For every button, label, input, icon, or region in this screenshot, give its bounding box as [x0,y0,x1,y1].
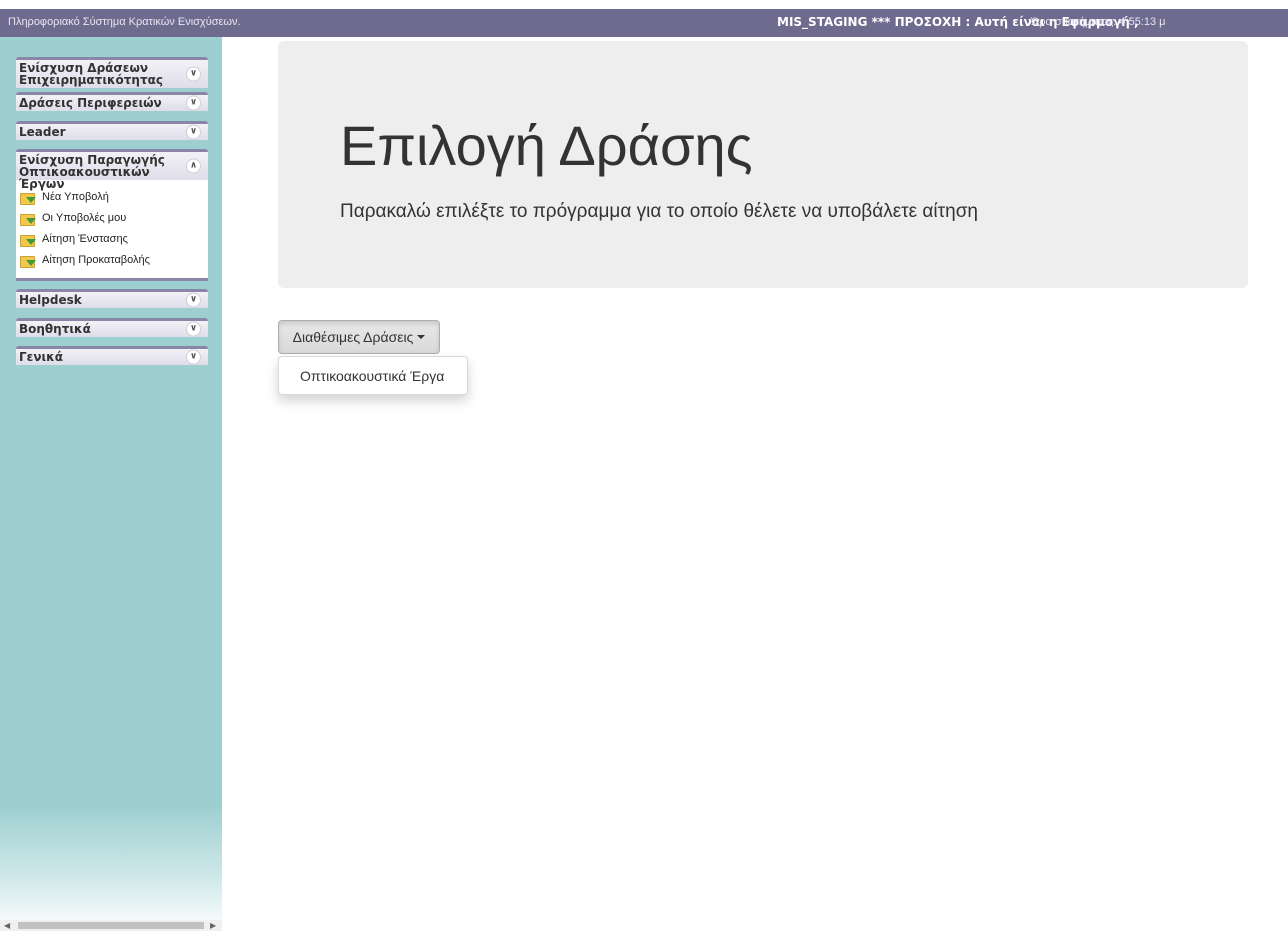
sidebar-section-header[interactable]: Ενίσχυση Παραγωγής Οπτικοακουστικών Έργω… [16,149,208,190]
folder-arrow-icon [20,233,36,247]
scrollbar-thumb[interactable] [18,922,204,929]
chevron-double-down-icon: ∨ [186,321,201,337]
top-bar: Πληροφοριακό Σύστημα Κρατικών Ενισχύσεων… [0,9,1288,37]
sidebar-section-label: Γενικά [19,350,63,364]
sidebar-section-header[interactable]: Ενίσχυση Δράσεων Επιχειρηματικότητας ∨ [16,57,208,88]
sidebar-section-leader: Leader ∨ [16,121,208,140]
sidebar-item-label: Αίτηση Ένστασης [42,232,128,245]
sidebar-section-audiovisual: Ενίσχυση Παραγωγής Οπτικοακουστικών Έργω… [16,149,208,281]
sidebar-section-helpdesk: Helpdesk ∨ [16,289,208,308]
sidebar-section-label: Βοηθητικά [19,322,91,336]
sidebar-section-label: Leader [19,125,66,139]
sidebar-section-label: Δράσεις Περιφερειών [19,96,162,110]
sidebar-item-advance-payment[interactable]: Αίτηση Προκαταβολής [18,249,208,270]
sidebar-section-header[interactable]: Δράσεις Περιφερειών ∨ [16,92,208,111]
sidebar-item-label: Οι Υποβολές μου [42,211,127,224]
dropdown-menu: Οπτικοακουστικά Έργα [278,356,468,395]
system-time: Ώρα συστήματος: 4:55:13 μ [1031,16,1166,28]
app-title: Πληροφοριακό Σύστημα Κρατικών Ενισχύσεων… [8,16,241,28]
chevron-double-down-icon: ∨ [186,292,201,308]
sidebar-section-general: Γενικά ∨ [16,346,208,365]
jumbotron: Επιλογή Δράσης Παρακαλώ επιλέξτε το πρόγ… [278,41,1248,288]
sidebar-item-label: Νέα Υποβολή [42,190,109,203]
sidebar-submenu: Νέα Υποβολή Οι Υποβολές μου Αίτηση Ένστα… [16,180,208,281]
sidebar-item-objection[interactable]: Αίτηση Ένστασης [18,228,208,249]
sidebar-item-label: Αίτηση Προκαταβολής [42,253,150,266]
sidebar-section-regions: Δράσεις Περιφερειών ∨ [16,92,208,111]
folder-arrow-icon [20,212,36,226]
page-title: Επιλογή Δράσης [340,114,753,177]
sidebar-section-header[interactable]: Helpdesk ∨ [16,289,208,308]
sidebar-section-business: Ενίσχυση Δράσεων Επιχειρηματικότητας ∨ [16,57,208,88]
page-subtitle: Παρακαλώ επιλέξτε το πρόγραμμα για το οπ… [340,201,978,222]
sidebar-item-my-submissions[interactable]: Οι Υποβολές μου [18,207,208,228]
dropdown-label: Διαθέσιμες Δράσεις [292,329,414,345]
folder-arrow-icon [20,254,36,268]
caret-down-icon [417,335,426,339]
sidebar-section-header[interactable]: Leader ∨ [16,121,208,140]
sidebar-section-header[interactable]: Βοηθητικά ∨ [16,318,208,337]
available-actions-dropdown-button[interactable]: Διαθέσιμες Δράσεις [278,320,440,354]
chevron-double-down-icon: ∨ [186,124,201,140]
sidebar-section-utilities: Βοηθητικά ∨ [16,318,208,337]
chevron-double-down-icon: ∨ [186,95,201,111]
sidebar-section-label: Ενίσχυση Δράσεων Επιχειρηματικότητας [19,61,163,87]
chevron-double-up-icon: ∧ [186,158,201,174]
sidebar-section-header[interactable]: Γενικά ∨ [16,346,208,365]
sidebar-section-label: Helpdesk [19,293,82,307]
sidebar: Ενίσχυση Δράσεων Επιχειρηματικότητας ∨ Δ… [0,37,222,931]
folder-arrow-icon [20,191,36,205]
chevron-double-down-icon: ∨ [186,66,201,82]
horizontal-scrollbar[interactable]: ◀ ▶ [0,920,222,931]
chevron-double-down-icon: ∨ [186,349,201,365]
scroll-left-icon[interactable]: ◀ [4,921,10,930]
dropdown-item-audiovisual-works[interactable]: Οπτικοακουστικά Έργα [279,357,467,394]
scroll-right-icon[interactable]: ▶ [210,921,216,930]
